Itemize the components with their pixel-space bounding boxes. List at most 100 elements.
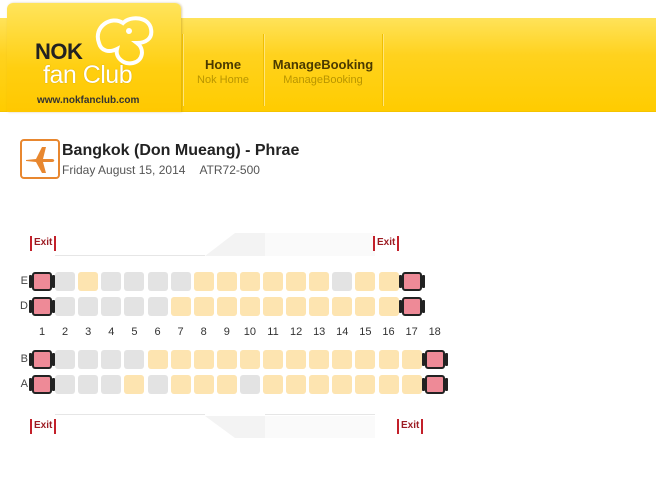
seat-2e	[55, 272, 76, 291]
seat-12b[interactable]	[286, 350, 307, 369]
seat-11b[interactable]	[263, 350, 283, 369]
exit-marker-rear-right: Exit	[397, 419, 424, 434]
column-number: 9	[223, 326, 230, 338]
seat-15d[interactable]	[355, 297, 376, 316]
wing-bottom-shape	[55, 416, 375, 438]
seat-6b[interactable]	[147, 350, 168, 369]
column-number: 2	[62, 326, 69, 338]
seat-9e[interactable]	[216, 272, 237, 291]
seat-9a[interactable]	[216, 375, 237, 394]
column-number: 13	[313, 326, 326, 338]
seat-3a	[78, 375, 99, 394]
column-number: 11	[267, 326, 279, 338]
seat-map: Exit Exit Exit Exit EDBA 1 2 3 4 5 6 7 8 9 10 11 12…	[0, 222, 448, 447]
seat-11d[interactable]	[263, 297, 283, 316]
seat-17d	[398, 297, 425, 316]
seat-12d[interactable]	[286, 297, 307, 316]
seat-7b[interactable]	[170, 350, 191, 369]
logo-text-fanclub: fan Club	[43, 61, 133, 89]
seat-12a[interactable]	[286, 375, 307, 394]
seat-13a[interactable]	[309, 375, 330, 394]
exit-marker-front-left: Exit	[30, 236, 57, 251]
column-number: 7	[177, 326, 184, 338]
seat-1b	[29, 350, 55, 369]
seat-15a[interactable]	[355, 375, 376, 394]
nav-home-label: Home	[204, 57, 242, 72]
seat-11e[interactable]	[263, 272, 283, 291]
row-label-b: B	[20, 353, 28, 365]
column-number: 15	[359, 326, 372, 338]
seat-14e	[332, 272, 353, 291]
seat-4e	[101, 272, 122, 291]
nav-home[interactable]: Home Nok Home	[183, 18, 263, 112]
seat-13e[interactable]	[309, 272, 330, 291]
seat-5e	[124, 272, 145, 291]
seat-9b[interactable]	[216, 350, 237, 369]
column-number: 17	[405, 326, 418, 338]
seat-1d	[29, 297, 55, 316]
seat-15e[interactable]	[355, 272, 376, 291]
site-header: NOK fan Club www.nokfanclub.com Home Nok…	[0, 0, 656, 112]
seat-4d	[101, 297, 122, 316]
seat-6e	[147, 272, 168, 291]
seat-12e[interactable]	[286, 272, 307, 291]
seat-18a	[421, 375, 448, 394]
seat-8e[interactable]	[193, 272, 214, 291]
seat-7e	[170, 272, 191, 291]
nav-home-sublabel: Nok Home	[197, 74, 249, 86]
seat-5b	[124, 350, 145, 369]
wing-top-shape	[55, 233, 375, 256]
column-number: 18	[428, 326, 441, 338]
column-number: 1	[38, 326, 46, 338]
logo-url: www.nokfanclub.com	[37, 95, 140, 106]
aircraft-type: ATR72-500	[199, 163, 260, 177]
seat-10b[interactable]	[239, 350, 260, 369]
exit-marker-front-right: Exit	[30, 419, 57, 434]
seat-16b[interactable]	[378, 350, 399, 369]
seat-14a[interactable]	[332, 375, 353, 394]
flight-route: Bangkok (Don Mueang) - Phrae	[62, 142, 300, 159]
seat-14d[interactable]	[332, 297, 353, 316]
seat-7d[interactable]	[170, 297, 191, 316]
column-number: 6	[154, 326, 161, 338]
seat-5a[interactable]	[124, 375, 145, 394]
seat-3e[interactable]	[78, 272, 99, 291]
seat-14b[interactable]	[332, 350, 353, 369]
column-number: 10	[243, 326, 257, 338]
seat-3d	[78, 297, 99, 316]
column-number: 14	[336, 326, 349, 338]
seat-10a	[239, 375, 260, 394]
flight-date: Friday August 15, 2014	[62, 163, 186, 177]
column-number: 5	[131, 326, 138, 338]
seat-13d[interactable]	[309, 297, 330, 316]
airplane-icon	[20, 139, 60, 179]
column-number: 3	[85, 326, 92, 338]
flight-details: Friday August 15, 2014 ATR72-500	[62, 163, 260, 177]
seat-13b[interactable]	[309, 350, 330, 369]
nav-managebooking-sublabel: ManageBooking	[283, 74, 363, 86]
seat-7a[interactable]	[170, 375, 191, 394]
seat-8a[interactable]	[193, 375, 214, 394]
seat-11a[interactable]	[263, 375, 283, 394]
seat-9d[interactable]	[216, 297, 237, 316]
seat-16e[interactable]	[378, 272, 399, 291]
seat-15b[interactable]	[355, 350, 376, 369]
logo[interactable]: NOK fan Club www.nokfanclub.com	[7, 3, 181, 112]
column-number: 8	[200, 326, 207, 338]
nav-managebooking[interactable]: ManageBooking ManageBooking	[264, 18, 382, 112]
seat-5d	[124, 297, 145, 316]
seat-17e	[398, 272, 425, 291]
nav-managebooking-label: ManageBooking	[272, 57, 374, 72]
row-label-d: D	[20, 300, 28, 312]
seat-2d	[55, 297, 76, 316]
seat-1e	[29, 272, 55, 291]
seat-10d[interactable]	[239, 297, 260, 316]
seat-16a[interactable]	[378, 375, 399, 394]
seat-8b[interactable]	[193, 350, 214, 369]
seat-16d[interactable]	[378, 297, 399, 316]
seat-2b	[55, 350, 76, 369]
seat-17b[interactable]	[401, 350, 422, 369]
seat-8d[interactable]	[193, 297, 214, 316]
seat-17a[interactable]	[401, 375, 422, 394]
seat-10e[interactable]	[239, 272, 260, 291]
